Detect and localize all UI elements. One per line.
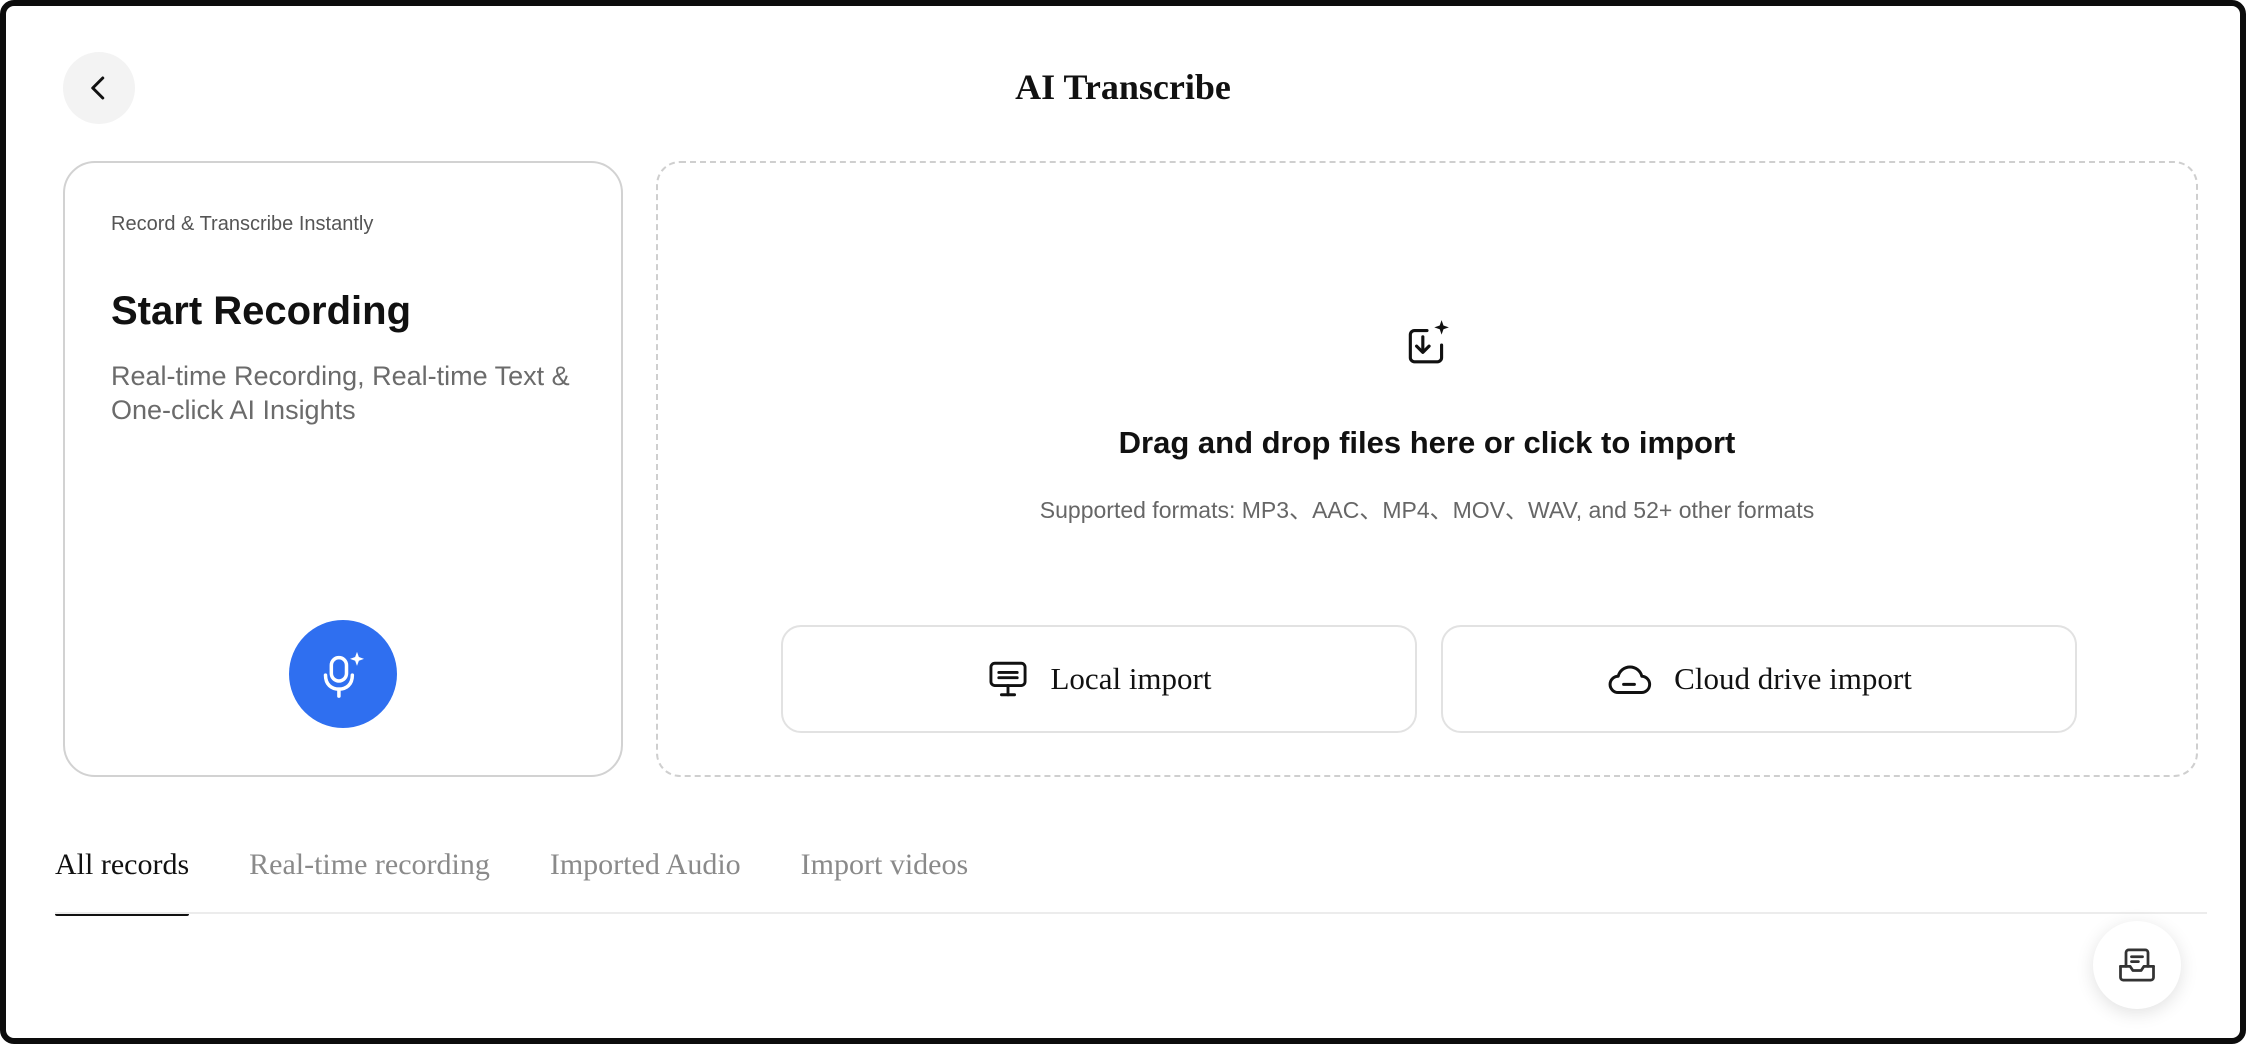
start-recording-button[interactable]	[289, 620, 397, 728]
start-recording-card[interactable]: Record & Transcribe Instantly Start Reco…	[63, 161, 623, 777]
inbox-icon	[2119, 948, 2155, 982]
tabs-divider	[55, 912, 2207, 914]
tab-import-videos[interactable]: Import videos	[801, 842, 968, 914]
local-import-label: Local import	[1050, 661, 1212, 696]
record-card-kicker: Record & Transcribe Instantly	[111, 213, 374, 235]
file-drop-zone[interactable]: Drag and drop files here or click to imp…	[656, 161, 2198, 777]
cloud-icon	[1608, 665, 1652, 695]
mic-sparkle-icon	[323, 651, 364, 698]
local-import-button[interactable]: Local import	[781, 625, 1417, 733]
cloud-drive-import-button[interactable]: Cloud drive import	[1441, 625, 2077, 733]
inbox-button[interactable]	[2093, 921, 2181, 1009]
records-tabs: All records Real-time recording Imported…	[55, 842, 968, 916]
monitor-icon	[988, 661, 1027, 697]
drop-zone-title: Drag and drop files here or click to imp…	[1118, 425, 1736, 460]
app-window: AI Transcribe Record & Transcribe Instan…	[0, 0, 2246, 1044]
record-card-title: Start Recording	[111, 289, 412, 333]
tab-imported-audio[interactable]: Imported Audio	[550, 842, 741, 914]
import-sparkle-icon	[1408, 320, 1449, 364]
cloud-drive-import-label: Cloud drive import	[1674, 661, 1912, 696]
tab-all-records[interactable]: All records	[55, 842, 190, 916]
drop-zone-formats: Supported formats: MP3、AAC、MP4、MOV、WAV, …	[1039, 497, 1815, 523]
record-card-description: Real-time Recording, Real-time Text & On…	[111, 361, 570, 425]
page-title: AI Transcribe	[1015, 67, 1231, 107]
tab-real-time-recording[interactable]: Real-time recording	[249, 842, 490, 914]
